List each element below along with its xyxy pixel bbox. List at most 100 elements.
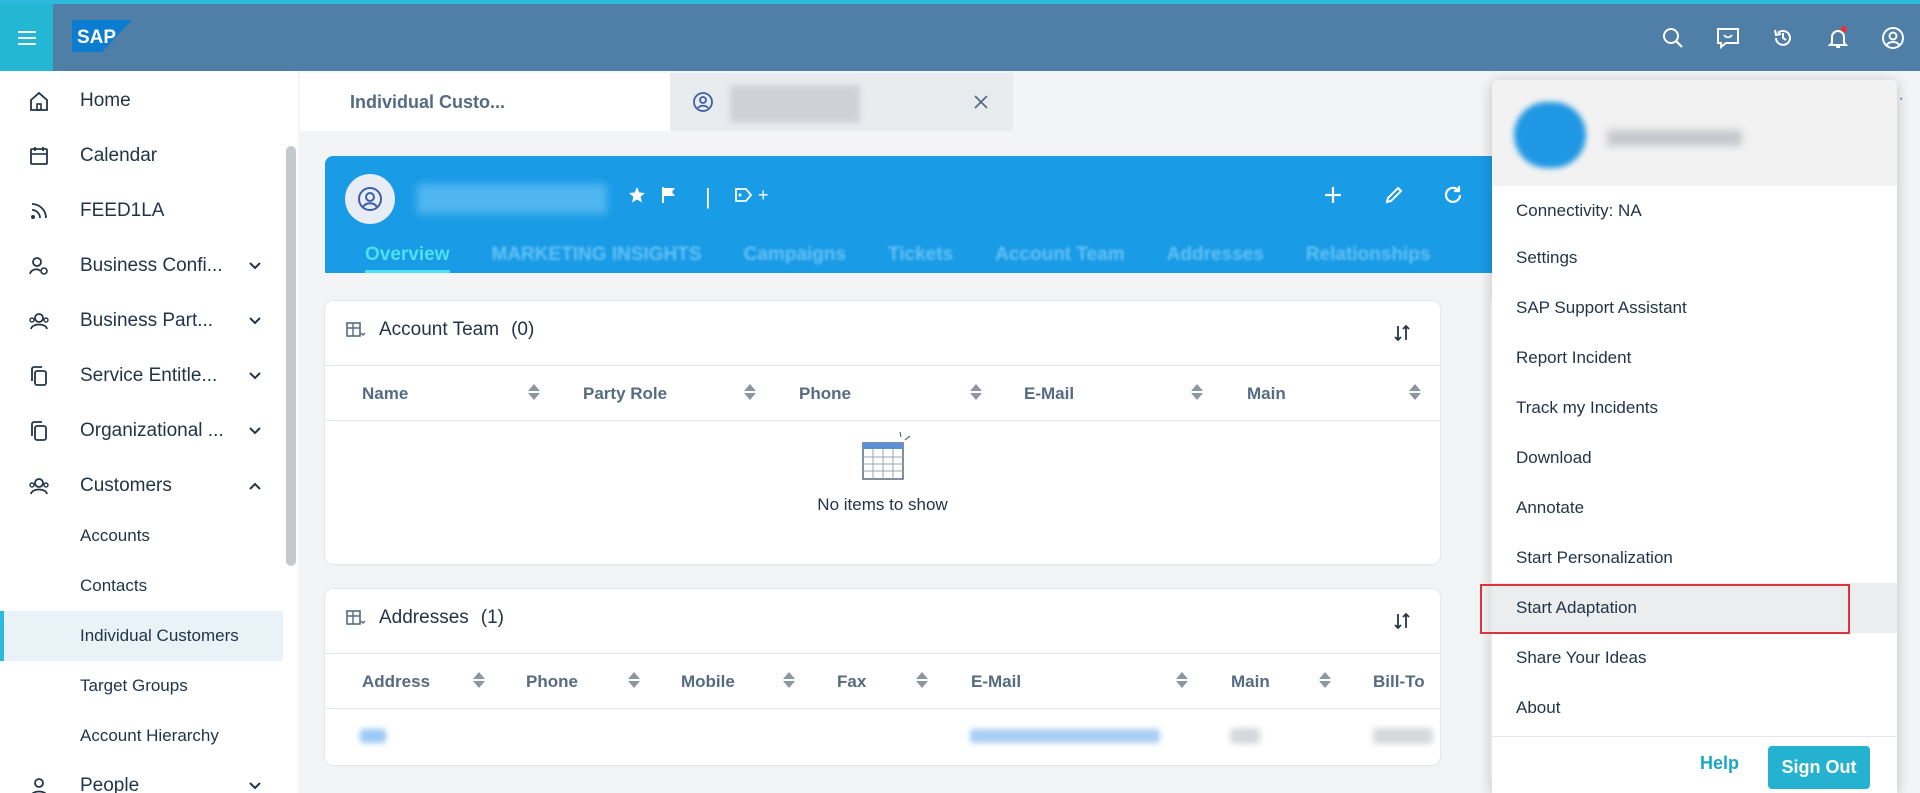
side-navigation: Home Calendar FEED1LA Business Confi... … <box>0 71 298 793</box>
tab-campaigns[interactable]: Campaigns <box>744 244 846 273</box>
tab-marketing-insights[interactable]: MARKETING INSIGHTS <box>492 244 702 273</box>
menu-item-download[interactable]: Download <box>1492 433 1897 483</box>
sort-arrows-icon[interactable] <box>915 670 929 690</box>
copy-icon <box>31 366 47 386</box>
column-header-main[interactable]: Main <box>1247 384 1286 404</box>
sidebar-item-feed[interactable]: FEED1LA <box>0 186 283 236</box>
hamburger-menu-button[interactable] <box>0 4 53 71</box>
sidebar-item-home[interactable]: Home <box>0 76 283 126</box>
edit-icon[interactable] <box>1383 184 1405 206</box>
add-tag-button[interactable]: + <box>758 185 769 206</box>
sidebar-subitem-individual-customers[interactable]: Individual Customers <box>0 611 283 661</box>
sidebar-item-calendar[interactable]: Calendar <box>0 131 283 181</box>
tab-individual-customers[interactable]: Individual Custo... <box>300 73 670 131</box>
sidebar-item-service-entitlements[interactable]: Service Entitle... <box>0 351 283 401</box>
help-button[interactable]: Help <box>1700 753 1739 774</box>
column-header-main[interactable]: Main <box>1231 672 1270 692</box>
table-row[interactable] <box>325 709 1440 765</box>
tag-icon[interactable] <box>735 188 753 202</box>
sidebar-item-business-configuration[interactable]: Business Confi... <box>0 241 283 291</box>
menu-item-sap-support-assistant[interactable]: SAP Support Assistant <box>1492 283 1897 333</box>
table-settings-icon[interactable] <box>345 320 367 340</box>
user-button[interactable] <box>1865 4 1920 71</box>
column-header-address[interactable]: Address <box>362 672 430 692</box>
group-icon <box>29 313 49 330</box>
sidebar-item-label: Home <box>80 90 131 111</box>
table-settings-icon[interactable] <box>345 608 367 628</box>
sidebar-item-organizational[interactable]: Organizational ... <box>0 406 283 456</box>
column-header-phone[interactable]: Phone <box>526 672 578 692</box>
sidebar-subitem-target-groups[interactable]: Target Groups <box>0 661 283 711</box>
sidebar-item-business-partners[interactable]: Business Part... <box>0 296 283 346</box>
sort-arrows-icon[interactable] <box>527 382 541 402</box>
menu-item-start-personalization[interactable]: Start Personalization <box>1492 533 1897 583</box>
column-header-bill-to[interactable]: Bill-To <box>1373 672 1425 692</box>
add-icon[interactable] <box>1322 184 1344 206</box>
sign-out-button[interactable]: Sign Out <box>1768 746 1870 789</box>
flag-icon[interactable] <box>660 186 678 204</box>
column-header-mobile[interactable]: Mobile <box>681 672 735 692</box>
menu-item-about[interactable]: About <box>1492 683 1897 733</box>
sidebar-subitem-contacts[interactable]: Contacts <box>0 561 283 611</box>
chevron-down-icon <box>249 782 261 790</box>
customer-name-redacted <box>417 184 607 214</box>
sort-arrows-icon[interactable] <box>969 382 983 402</box>
sidebar-item-people[interactable]: People <box>0 761 283 793</box>
account-team-card: Account Team (0) Name Party Role Phone E… <box>325 301 1440 564</box>
email-link-redacted[interactable] <box>970 729 1160 743</box>
user-icon <box>1881 26 1904 49</box>
close-icon[interactable] <box>972 93 990 111</box>
chevron-down-icon <box>249 427 261 435</box>
sort-icon[interactable] <box>1392 323 1412 343</box>
tab-account-team[interactable]: Account Team <box>995 244 1125 273</box>
menu-item-report-incident[interactable]: Report Incident <box>1492 333 1897 383</box>
column-header-name[interactable]: Name <box>362 384 408 404</box>
column-header-email[interactable]: E-Mail <box>971 672 1021 692</box>
sort-arrows-icon[interactable] <box>782 670 796 690</box>
sidebar-subitem-accounts[interactable]: Accounts <box>0 511 283 561</box>
sap-logo: SAP <box>72 20 132 52</box>
sidebar-scrollbar[interactable] <box>286 146 296 566</box>
chat-button[interactable] <box>1700 4 1755 71</box>
menu-item-settings[interactable]: Settings <box>1492 233 1897 283</box>
item-count: (1) <box>480 607 505 628</box>
search-button[interactable] <box>1645 4 1700 71</box>
sort-icon[interactable] <box>1392 611 1412 631</box>
object-header: | + Overview MARKETING INSIGHTS Campaign… <box>325 156 1605 273</box>
sidebar-subitem-account-hierarchy[interactable]: Account Hierarchy <box>0 711 283 761</box>
tab-tickets[interactable]: Tickets <box>888 244 953 273</box>
refresh-icon[interactable] <box>1442 184 1464 206</box>
column-header-phone[interactable]: Phone <box>799 384 851 404</box>
sort-arrows-icon[interactable] <box>743 382 757 402</box>
address-link-redacted[interactable] <box>360 729 386 743</box>
person-circle-icon <box>693 92 713 112</box>
table-header: Name Party Role Phone E-Mail Main <box>325 365 1440 421</box>
sidebar-item-label: Organizational ... <box>80 420 224 441</box>
card-title: Account Team <box>379 319 500 340</box>
menu-item-share-ideas[interactable]: Share Your Ideas <box>1492 633 1897 683</box>
sort-arrows-icon[interactable] <box>1175 670 1189 690</box>
sort-arrows-icon[interactable] <box>1408 382 1422 402</box>
column-header-fax[interactable]: Fax <box>837 672 866 692</box>
tab-overview[interactable]: Overview <box>365 244 450 273</box>
tab-addresses[interactable]: Addresses <box>1167 244 1264 273</box>
menu-item-track-incidents[interactable]: Track my Incidents <box>1492 383 1897 433</box>
column-header-email[interactable]: E-Mail <box>1024 384 1074 404</box>
sort-arrows-icon[interactable] <box>1318 670 1332 690</box>
tab-relationships[interactable]: Relationships <box>1306 244 1431 273</box>
sort-arrows-icon[interactable] <box>627 670 641 690</box>
user-menu-footer: Help Sign Out <box>1492 736 1897 793</box>
column-header-party-role[interactable]: Party Role <box>583 384 667 404</box>
star-icon[interactable] <box>628 186 646 204</box>
sidebar-item-label: FEED1LA <box>80 200 165 221</box>
empty-state: No items to show <box>325 431 1440 515</box>
sort-arrows-icon[interactable] <box>1190 382 1204 402</box>
history-button[interactable] <box>1755 4 1810 71</box>
notifications-button[interactable] <box>1810 4 1865 71</box>
sidebar-item-label: Business Part... <box>80 310 214 331</box>
menu-item-annotate[interactable]: Annotate <box>1492 483 1897 533</box>
sidebar-item-label: Customers <box>80 475 172 496</box>
sidebar-item-customers[interactable]: Customers <box>0 461 283 511</box>
sort-arrows-icon[interactable] <box>472 670 486 690</box>
tab-customer-record[interactable] <box>670 73 1013 131</box>
